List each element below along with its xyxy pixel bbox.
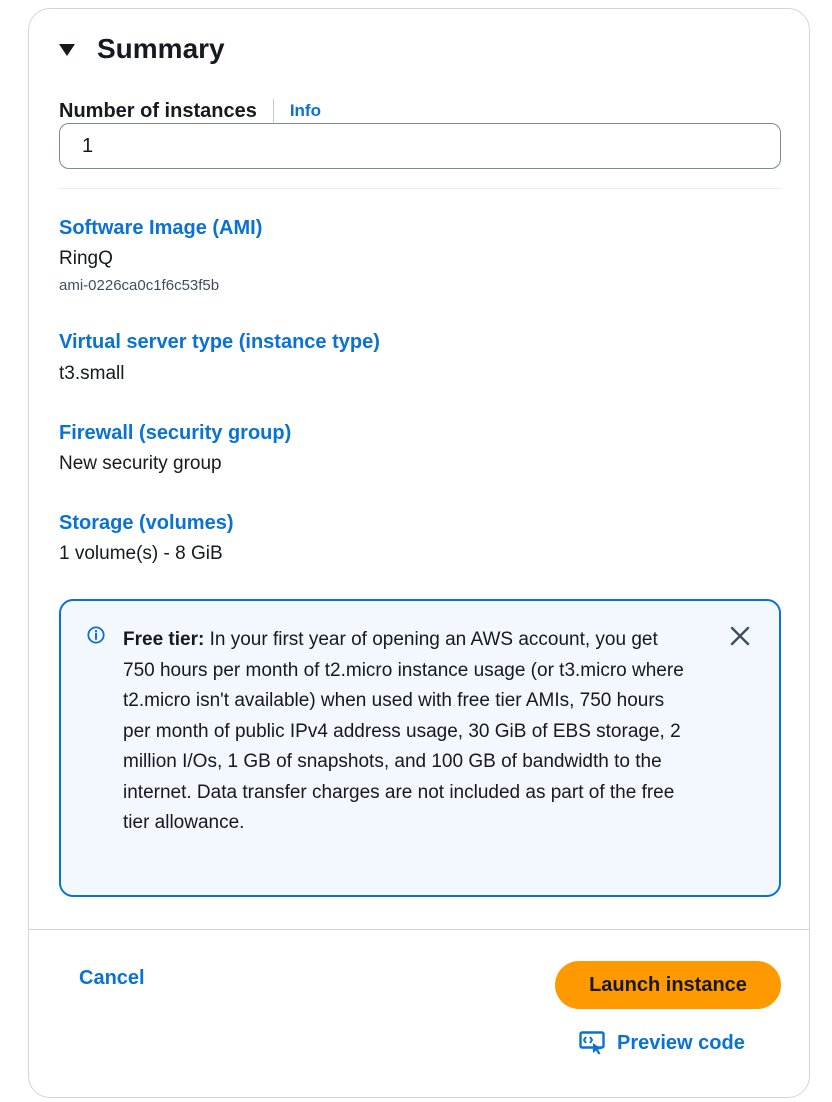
cancel-button[interactable]: Cancel: [79, 967, 145, 990]
ami-id: ami-0226ca0c1f6c53f5b: [59, 277, 220, 294]
free-tier-heading: Free tier:: [123, 629, 205, 650]
label-divider: [272, 99, 274, 123]
summary-title: Summary: [97, 33, 225, 64]
preview-code-link[interactable]: Preview code: [579, 1031, 745, 1055]
section-divider: [59, 188, 781, 189]
instance-type-value: t3.small: [59, 363, 125, 384]
free-tier-body: In your first year of opening an AWS acc…: [123, 629, 684, 833]
firewall-value: New security group: [59, 453, 222, 474]
instance-type-label-link[interactable]: Virtual server type (instance type): [59, 331, 380, 354]
info-icon: [87, 626, 105, 644]
close-icon[interactable]: [729, 625, 751, 647]
launch-instance-button[interactable]: Launch instance: [555, 961, 781, 1009]
number-of-instances-input[interactable]: [59, 123, 781, 169]
info-link[interactable]: Info: [290, 101, 321, 121]
summary-panel: Summary Number of instances Info Softwar…: [28, 8, 810, 1098]
footer-divider: [29, 929, 809, 930]
preview-code-icon: [579, 1031, 605, 1055]
free-tier-message: Free tier: In your first year of opening…: [123, 625, 693, 839]
preview-code-label: Preview code: [617, 1031, 745, 1054]
storage-label-link[interactable]: Storage (volumes): [59, 512, 233, 535]
firewall-label-link[interactable]: Firewall (security group): [59, 422, 291, 445]
caret-down-icon[interactable]: [59, 44, 75, 56]
storage-value: 1 volume(s) - 8 GiB: [59, 543, 223, 564]
free-tier-alert: Free tier: In your first year of opening…: [59, 599, 781, 897]
instances-label-row: Number of instances Info: [59, 99, 321, 123]
ami-name: RingQ: [59, 248, 113, 269]
summary-header[interactable]: Summary: [59, 33, 225, 65]
ami-label-link[interactable]: Software Image (AMI): [59, 217, 262, 240]
instances-label: Number of instances: [59, 99, 257, 122]
